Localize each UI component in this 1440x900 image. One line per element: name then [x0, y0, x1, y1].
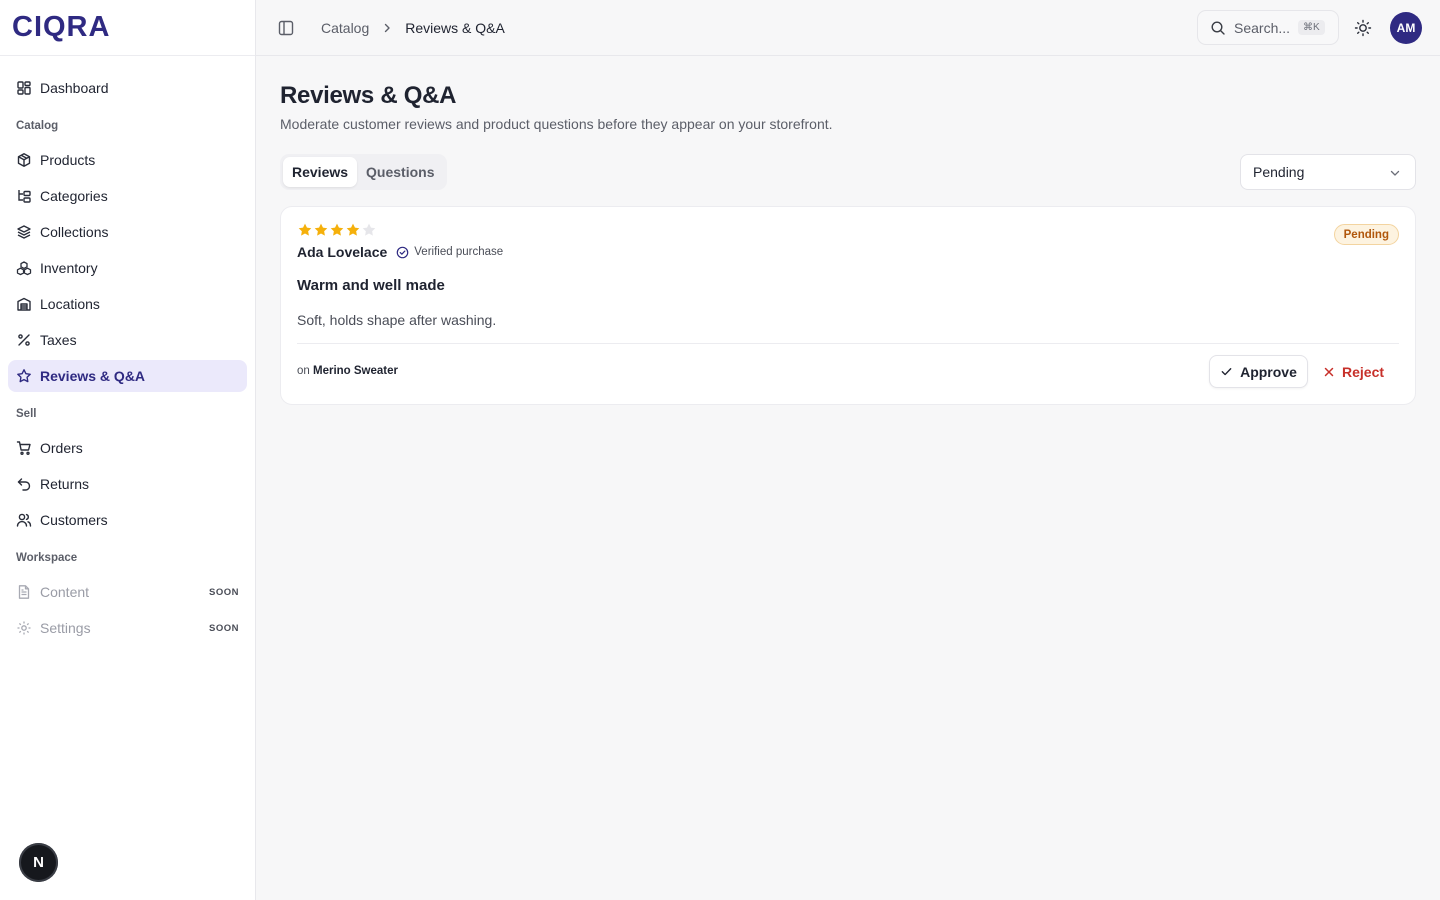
sidebar-item-label: Collections	[40, 224, 109, 240]
divider	[297, 343, 1399, 344]
review-product: on Merino Sweater	[297, 365, 398, 377]
sidebar-item-label: Orders	[40, 440, 83, 456]
sidebar-item-label: Locations	[40, 296, 100, 312]
sidebar-item-label: Categories	[40, 188, 108, 204]
search-icon	[1211, 20, 1225, 35]
rating-stars	[297, 222, 377, 238]
star-filled-icon	[330, 223, 344, 236]
sidebar-item-dashboard[interactable]: Dashboard	[8, 72, 247, 104]
reject-button[interactable]: Reject	[1323, 355, 1384, 388]
tab-questions[interactable]: Questions	[357, 157, 443, 187]
sidebar-item-label: Reviews & Q&A	[40, 368, 146, 384]
star-filled-icon	[298, 223, 312, 236]
verified-label: Verified purchase	[414, 246, 504, 258]
review-author: Ada Lovelace	[297, 244, 388, 260]
sidebar-item-label: Dashboard	[40, 80, 109, 96]
section-label-catalog: Catalog	[16, 120, 59, 132]
avatar[interactable]: AM	[1390, 12, 1422, 44]
warehouse-icon	[17, 297, 31, 311]
search-button[interactable]: Search... ⌘K	[1197, 10, 1339, 45]
status-filter-value: Pending	[1253, 164, 1305, 180]
sidebar-item-label: Content	[40, 584, 90, 600]
soon-badge: SOON	[209, 586, 239, 598]
sidebar-item-taxes[interactable]: Taxes	[8, 324, 247, 356]
chevron-right-icon	[385, 23, 390, 32]
sidebar-item-label: Customers	[40, 512, 108, 528]
status-badge: Pending	[1333, 224, 1399, 245]
reject-label: Reject	[1342, 363, 1385, 380]
status-filter-select[interactable]: Pending	[1240, 154, 1416, 190]
tab-list: Reviews Questions	[280, 154, 447, 190]
close-icon	[1324, 367, 1334, 376]
cart-icon	[16, 441, 31, 456]
users-icon	[16, 513, 32, 527]
soon-badge: SOON	[209, 622, 239, 634]
page-title: Reviews & Q&A	[280, 82, 457, 109]
percent-icon	[18, 334, 30, 346]
sidebar-item-inventory[interactable]: Inventory	[8, 252, 247, 284]
search-placeholder: Search...	[1234, 19, 1291, 36]
page-subtitle: Moderate customer reviews and product qu…	[280, 116, 833, 132]
breadcrumb: Catalog Reviews & Q&A	[321, 20, 505, 36]
sidebar-item-orders[interactable]: Orders	[8, 432, 247, 464]
sun-icon[interactable]	[1354, 19, 1372, 37]
sidebar-item-label: Returns	[40, 476, 90, 492]
main-content: Reviews & Q&A Moderate customer reviews …	[280, 56, 1416, 405]
check-icon	[1221, 368, 1232, 376]
sidebar-item-reviews[interactable]: Reviews & Q&A	[8, 360, 247, 392]
breadcrumb-current: Reviews & Q&A	[405, 19, 505, 36]
sidebar-item-returns[interactable]: Returns	[8, 468, 247, 500]
check-circle-icon	[396, 246, 409, 258]
gear-icon	[17, 621, 31, 635]
folder-tree-icon	[18, 190, 31, 203]
section-label-workspace: Workspace	[16, 552, 78, 564]
brand-logo[interactable]: CIQRA	[12, 11, 110, 44]
tab-reviews[interactable]: Reviews	[283, 157, 358, 187]
star-icon	[17, 369, 31, 383]
star-empty-icon	[362, 223, 376, 236]
star-filled-icon	[314, 223, 328, 236]
topbar: Catalog Reviews & Q&A Search... ⌘K AM	[256, 0, 1440, 56]
product-name[interactable]: Merino Sweater	[313, 365, 398, 377]
search-shortcut: ⌘K	[1298, 20, 1325, 35]
review-title: Warm and well made	[297, 277, 445, 294]
file-text-icon	[18, 585, 30, 599]
sidebar-item-products[interactable]: Products	[8, 144, 247, 176]
sidebar-item-customers[interactable]: Customers	[8, 504, 247, 536]
sidebar-item-label: Inventory	[40, 260, 98, 276]
chevron-down-icon	[1390, 170, 1400, 176]
section-label-sell: Sell	[16, 408, 37, 420]
sidebar-item-label: Taxes	[40, 332, 77, 348]
sidebar-item-locations[interactable]: Locations	[8, 288, 247, 320]
sidebar: CIQRA Dashboard Catalog Products Categor…	[0, 0, 256, 900]
package-icon	[17, 153, 31, 167]
undo-icon	[17, 478, 31, 491]
breadcrumb-catalog[interactable]: Catalog	[321, 20, 369, 36]
devtools-badge[interactable]: N	[19, 843, 58, 882]
review-body: Soft, holds shape after washing.	[297, 312, 497, 328]
sidebar-item-label: Settings	[40, 620, 91, 636]
logo-area: CIQRA	[0, 0, 255, 56]
sidebar-item-categories[interactable]: Categories	[8, 180, 247, 212]
layers-icon	[17, 225, 31, 239]
review-card: Ada Lovelace Verified purchase Pending W…	[280, 206, 1416, 405]
verified-purchase: Verified purchase	[396, 246, 503, 259]
sidebar-nav: Dashboard Catalog Products Categories Co…	[0, 56, 255, 644]
sidebar-item-collections[interactable]: Collections	[8, 216, 247, 248]
boxes-icon	[16, 261, 32, 276]
approve-button[interactable]: Approve	[1209, 355, 1308, 388]
product-prefix: on	[297, 365, 310, 377]
sidebar-item-label: Products	[40, 152, 96, 168]
sidebar-toggle-icon[interactable]	[276, 18, 296, 38]
dashboard-icon	[17, 81, 31, 95]
star-filled-icon	[346, 223, 360, 236]
toolbar: Reviews Questions Pending	[280, 154, 1416, 190]
review-author-row: Ada Lovelace Verified purchase	[297, 244, 503, 260]
sidebar-item-content: Content SOON	[8, 576, 247, 608]
sidebar-item-settings: Settings SOON	[8, 612, 247, 644]
approve-label: Approve	[1240, 363, 1297, 380]
